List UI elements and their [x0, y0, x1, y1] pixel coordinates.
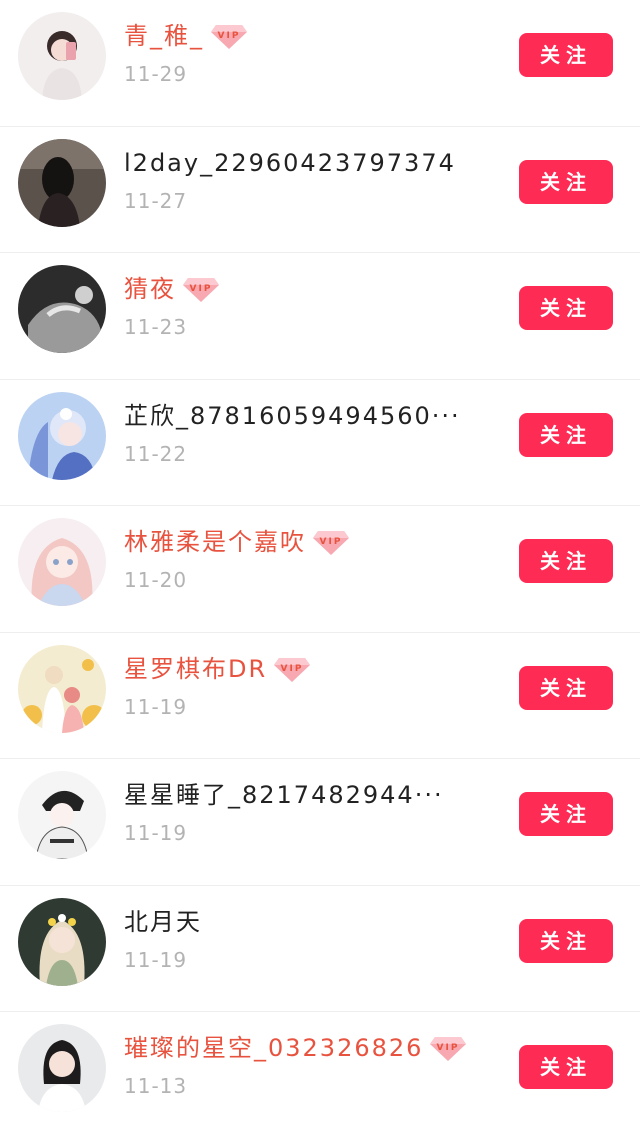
user-name[interactable]: 星星睡了_8217482944···: [124, 777, 444, 813]
follow-button[interactable]: 关注: [519, 918, 613, 963]
vip-diamond-icon: VIP: [312, 527, 350, 557]
vip-diamond-icon: VIP: [210, 21, 248, 51]
user-name[interactable]: 林雅柔是个嘉吹 VIP: [124, 524, 350, 560]
user-name[interactable]: 芷欣_87816059494560···: [124, 398, 461, 434]
list-item[interactable]: l2day_22960423797374 11-27 关注: [0, 127, 640, 253]
follow-date: 11-19: [124, 694, 188, 719]
list-item[interactable]: 林雅柔是个嘉吹 VIP 11-20 关注: [0, 506, 640, 633]
follow-button[interactable]: 关注: [519, 792, 613, 836]
avatar[interactable]: [18, 771, 106, 859]
follow-date: 11-29: [124, 62, 188, 86]
svg-text:VIP: VIP: [281, 664, 304, 674]
follow-button[interactable]: 关注: [519, 1045, 613, 1089]
follow-button[interactable]: 关注: [519, 412, 613, 457]
svg-text:VIP: VIP: [218, 31, 241, 41]
list-item[interactable]: 璀璨的星空_032326826 VIP 11-13 关注: [0, 1012, 640, 1139]
user-name[interactable]: 璀璨的星空_032326826 VIP: [124, 1030, 467, 1066]
follow-date: 11-23: [124, 315, 188, 339]
svg-text:VIP: VIP: [437, 1043, 460, 1053]
vip-diamond-icon: VIP: [273, 654, 311, 684]
list-item[interactable]: 芷欣_87816059494560··· 11-22 关注: [0, 380, 640, 506]
follow-date: 11-19: [124, 821, 188, 845]
avatar[interactable]: [18, 518, 106, 606]
list-item[interactable]: 星星睡了_8217482944··· 11-19 关注: [0, 759, 640, 886]
svg-text:VIP: VIP: [190, 284, 213, 294]
follow-date: 11-19: [124, 947, 188, 972]
follow-date: 11-20: [124, 568, 188, 592]
list-item[interactable]: 星罗棋布DR VIP 11-19 关注: [0, 633, 640, 759]
follow-button[interactable]: 关注: [519, 33, 613, 77]
follow-date: 11-27: [124, 188, 188, 213]
user-name[interactable]: 星罗棋布DR VIP: [124, 651, 311, 687]
avatar[interactable]: [18, 265, 106, 353]
avatar[interactable]: [18, 644, 106, 733]
follower-list: 青_稚_ VIP 11-29 关注 l2day_22960423797374 11…: [0, 0, 640, 1139]
user-name[interactable]: 青_稚_ VIP: [124, 18, 248, 54]
list-item[interactable]: 北月天 11-19 关注: [0, 886, 640, 1012]
avatar[interactable]: [18, 391, 106, 480]
follow-date: 11-13: [124, 1074, 188, 1098]
user-name[interactable]: 北月天: [124, 904, 202, 940]
svg-text:VIP: VIP: [320, 537, 343, 547]
vip-diamond-icon: VIP: [429, 1033, 467, 1063]
avatar[interactable]: [18, 138, 106, 227]
list-item[interactable]: 猜夜 VIP 11-23 关注: [0, 253, 640, 380]
vip-diamond-icon: VIP: [182, 274, 220, 304]
user-name[interactable]: l2day_22960423797374: [124, 145, 456, 181]
user-name[interactable]: 猜夜 VIP: [124, 271, 220, 307]
avatar[interactable]: [18, 12, 106, 100]
follow-button[interactable]: 关注: [519, 159, 613, 204]
follow-date: 11-22: [124, 441, 188, 466]
follow-button[interactable]: 关注: [519, 665, 613, 710]
list-item[interactable]: 青_稚_ VIP 11-29 关注: [0, 0, 640, 127]
avatar[interactable]: [18, 1024, 106, 1112]
follow-button[interactable]: 关注: [519, 286, 613, 330]
avatar[interactable]: [18, 897, 106, 986]
follow-button[interactable]: 关注: [519, 539, 613, 583]
